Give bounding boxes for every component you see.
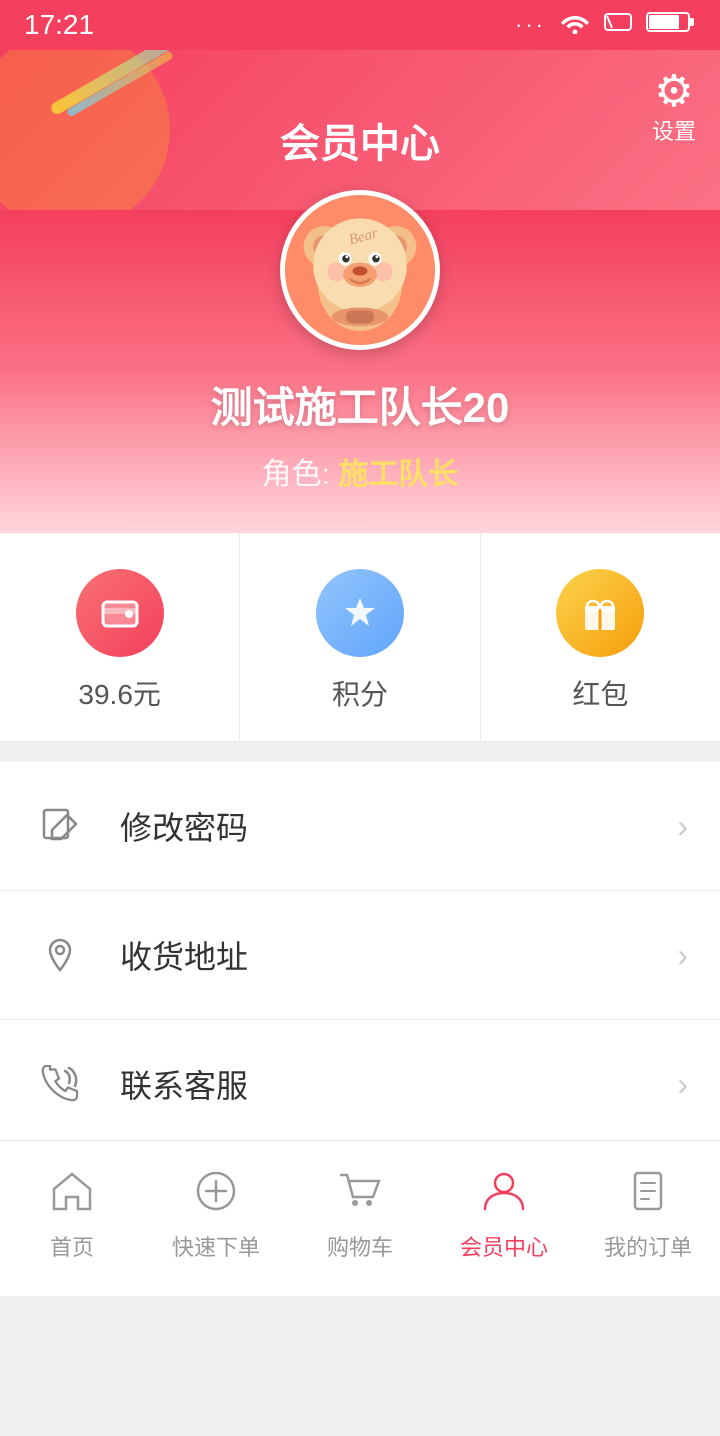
nav-member-label: 会员中心 <box>460 1230 548 1262</box>
role-value: 施工队长 <box>338 458 458 491</box>
bottom-nav: 首页 快速下单 购物车 会员中心 <box>0 1140 720 1280</box>
location-icon <box>32 927 88 983</box>
stat-wallet[interactable]: 39.6元 <box>0 533 240 741</box>
stat-coupon[interactable]: 红包 <box>481 533 720 741</box>
page-title: 会员中心 <box>280 111 440 169</box>
nav-quick-order-label: 快速下单 <box>172 1230 260 1262</box>
role-line: 角色: 施工队长 <box>262 449 459 493</box>
document-icon <box>625 1169 671 1222</box>
person-icon <box>481 1169 527 1222</box>
cart-icon <box>337 1169 383 1222</box>
settings-label: 设置 <box>652 114 696 146</box>
role-prefix: 角色: <box>262 458 339 491</box>
status-icons: ··· <box>515 9 696 41</box>
decoration-stripe-2 <box>66 51 174 118</box>
gift-icon-wrap <box>556 569 644 657</box>
contact-support-label: 联系客服 <box>120 1061 677 1107</box>
status-bar: 17:21 ··· <box>0 0 720 50</box>
signal-icon: ··· <box>515 12 546 38</box>
close-icon <box>604 9 632 41</box>
settings-button[interactable]: ⚙ 设置 <box>652 70 696 146</box>
wallet-icon-wrap <box>76 569 164 657</box>
menu-item-contact-support[interactable]: 联系客服 › <box>0 1020 720 1148</box>
nav-item-orders[interactable]: 我的订单 <box>576 1141 720 1280</box>
arrow-icon: › <box>677 808 688 845</box>
nav-home-label: 首页 <box>50 1230 94 1262</box>
coupon-label: 红包 <box>572 673 628 713</box>
wifi-icon <box>560 9 590 41</box>
stats-row: 39.6元 积分 红包 <box>0 533 720 742</box>
edit-icon <box>32 798 88 854</box>
battery-icon <box>646 9 696 41</box>
plus-circle-icon <box>193 1169 239 1222</box>
arrow-icon: › <box>677 1066 688 1103</box>
avatar: Bear <box>280 190 440 350</box>
nav-item-home[interactable]: 首页 <box>0 1141 144 1280</box>
star-icon-wrap <box>316 569 404 657</box>
change-password-label: 修改密码 <box>120 803 677 849</box>
shipping-address-label: 收货地址 <box>120 932 677 978</box>
gear-icon: ⚙ <box>654 70 693 114</box>
menu-section: 修改密码 › 收货地址 › 联系客服 › <box>0 762 720 1148</box>
home-icon <box>49 1169 95 1222</box>
nav-item-quick-order[interactable]: 快速下单 <box>144 1141 288 1280</box>
stat-points[interactable]: 积分 <box>240 533 480 741</box>
nav-orders-label: 我的订单 <box>604 1230 692 1262</box>
menu-item-change-password[interactable]: 修改密码 › <box>0 762 720 891</box>
header: 会员中心 ⚙ 设置 <box>0 50 720 210</box>
status-time: 17:21 <box>24 9 94 41</box>
profile-section: Bear 测试施工队长20 角色: 施工队长 <box>0 210 720 533</box>
phone-icon <box>32 1056 88 1112</box>
arrow-icon: › <box>677 937 688 974</box>
wallet-label: 39.6元 <box>78 673 161 713</box>
points-label: 积分 <box>332 673 388 713</box>
content-spacer <box>0 1296 720 1436</box>
nav-cart-label: 购物车 <box>327 1230 393 1262</box>
nav-item-cart[interactable]: 购物车 <box>288 1141 432 1280</box>
menu-item-shipping-address[interactable]: 收货地址 › <box>0 891 720 1020</box>
username: 测试施工队长20 <box>211 374 510 435</box>
nav-item-member[interactable]: 会员中心 <box>432 1141 576 1280</box>
